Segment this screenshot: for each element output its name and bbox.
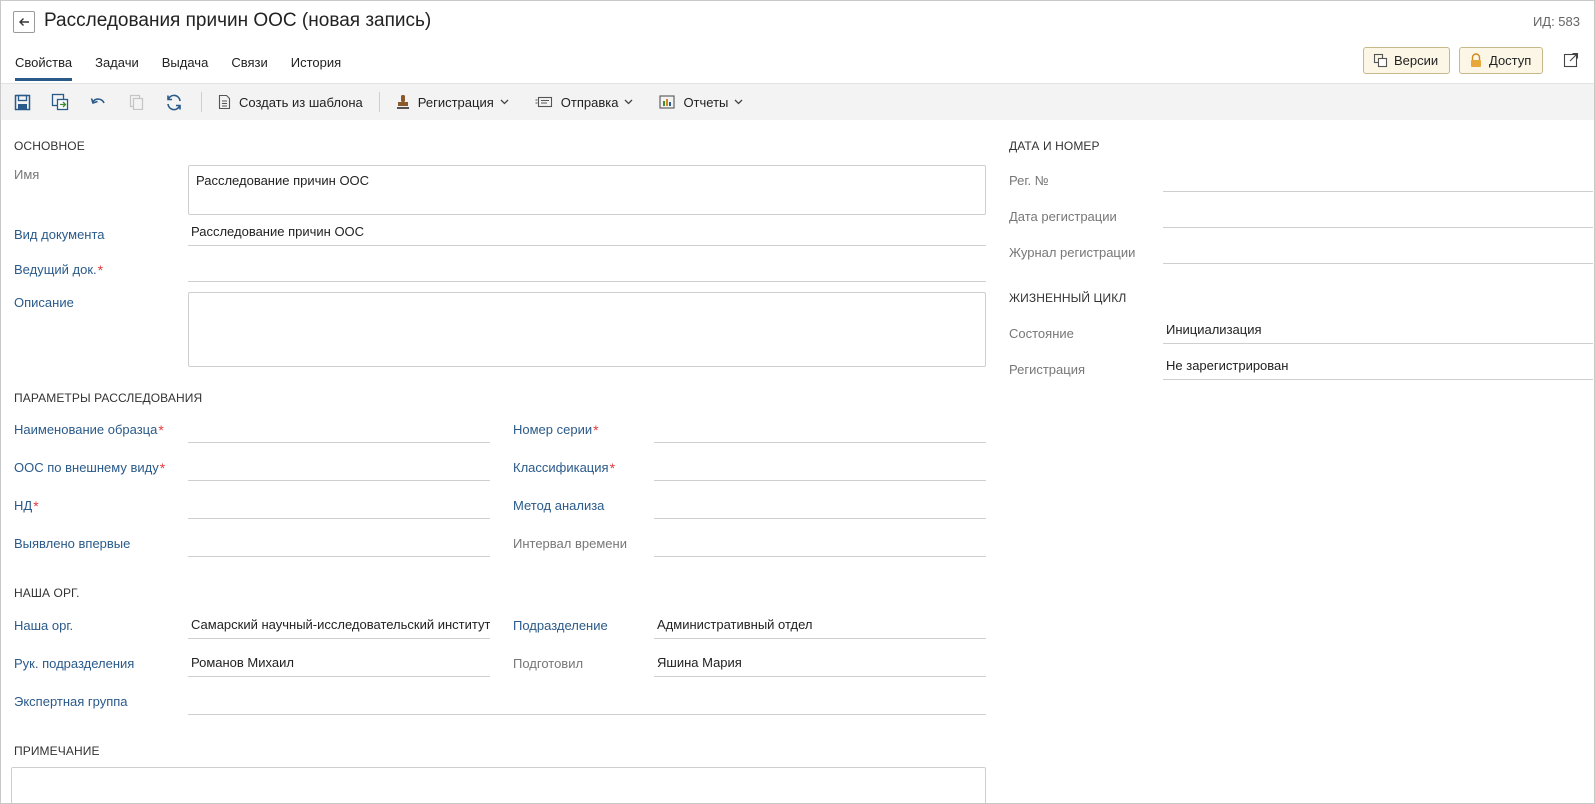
save-icon [14,94,30,110]
prepared-label: Подготовил [513,656,584,671]
org-field[interactable]: Самарский научный-исследовательский инст… [188,609,490,639]
analysis-method-label: Метод анализа [513,498,605,513]
reg-journal-field[interactable] [1163,234,1593,264]
dept-field[interactable]: Административный отдел [654,609,986,639]
undo-button[interactable] [79,87,117,117]
tab-issuance[interactable]: Выдача [162,55,209,81]
oos-appearance-label: ООС по внешнему виду* [14,460,166,476]
doc-kind-label: Вид документа [14,227,105,242]
leading-doc-field[interactable] [188,252,986,282]
leading-doc-label: Ведущий док.* [14,262,104,278]
chevron-down-icon [734,99,743,105]
tab-bar: Свойства Задачи Выдача Связи История [15,55,364,81]
chevron-down-icon [624,99,633,105]
lifecycle-registration-label: Регистрация [1009,362,1085,377]
versions-button[interactable]: Версии [1363,47,1451,74]
toolbar-divider [378,92,380,112]
section-investigation-title: ПАРАМЕТРЫ РАССЛЕДОВАНИЯ [14,391,203,405]
expert-group-label: Экспертная группа [14,694,128,709]
nd-field[interactable] [188,489,490,519]
oos-appearance-field[interactable] [188,451,490,481]
toolbar: Создать из шаблона Регистрация Отправка … [1,83,1594,120]
org-label: Наша орг. [14,618,74,633]
expert-group-field[interactable] [188,685,986,715]
doc-kind-field[interactable]: Расследование причин ООС [188,216,986,246]
send-icon [535,96,552,108]
section-date-number-title: ДАТА И НОМЕР [1009,139,1100,153]
create-from-template-button[interactable]: Создать из шаблона [210,87,371,117]
registration-menu-label: Регистрация [417,94,494,110]
lock-icon [1471,53,1481,67]
open-in-new-window-button[interactable] [1563,52,1579,71]
arrow-left-icon [19,18,29,26]
tab-properties[interactable]: Свойства [15,55,73,81]
dept-head-label: Рук. подразделения [14,656,135,671]
time-interval-label: Интервал времени [513,536,627,551]
undo-icon [90,97,105,104]
versions-icon [1373,53,1388,68]
reg-journal-label: Журнал регистрации [1009,245,1136,260]
back-button[interactable] [13,11,35,33]
state-label: Состояние [1009,326,1074,341]
sample-name-label: Наименование образца* [14,422,164,438]
section-main-title: ОСНОВНОЕ [14,139,85,153]
external-link-icon [1563,52,1579,68]
tab-tasks[interactable]: Задачи [95,55,139,81]
classification-field[interactable] [654,451,986,481]
reg-no-field[interactable] [1163,162,1593,192]
note-field[interactable] [11,767,986,803]
access-button[interactable]: Доступ [1459,47,1544,74]
series-number-field[interactable] [654,413,986,443]
analysis-method-field[interactable] [654,489,986,519]
reports-menu-label: Отчеты [683,94,729,110]
sample-name-field[interactable] [188,413,490,443]
stamp-icon [396,95,409,109]
save-copy-icon [51,93,69,111]
description-field[interactable] [188,292,986,367]
create-from-template-label: Создать из шаблона [239,94,363,110]
tab-history[interactable]: История [291,55,341,81]
document-icon [218,94,231,110]
prepared-field[interactable]: Яшина Мария [654,647,986,677]
first-detected-field[interactable] [188,527,490,557]
toolbar-divider [201,92,202,112]
save-button[interactable] [3,87,41,117]
name-value: Расследование причин ООС [196,173,370,188]
section-our-org-title: НАША ОРГ. [14,586,80,600]
send-menu-label: Отправка [560,94,619,110]
reg-date-field[interactable] [1163,198,1593,228]
access-label: Доступ [1489,53,1532,68]
document-card: Расследования причин ООС (новая запись) … [0,0,1595,804]
chart-icon [659,95,675,109]
chevron-down-icon [500,99,509,105]
name-label: Имя [14,167,40,182]
lifecycle-registration-field: Не зарегистрирован [1163,350,1593,380]
copy-button[interactable] [117,87,155,117]
description-label: Описание [14,295,74,310]
copy-icon [129,94,143,110]
dept-head-field[interactable]: Романов Михаил [188,647,490,677]
record-id: ИД: 583 [1532,14,1580,29]
time-interval-field[interactable] [654,527,986,557]
classification-label: Классификация* [513,460,616,476]
reg-no-label: Рег. № [1009,173,1049,188]
series-number-label: Номер серии* [513,422,599,438]
state-field: Инициализация [1163,314,1593,344]
section-lifecycle-title: ЖИЗНЕННЫЙ ЦИКЛ [1009,291,1127,305]
section-note-title: ПРИМЕЧАНИЕ [14,744,100,758]
tab-links[interactable]: Связи [231,55,267,81]
page-title: Расследования причин ООС (новая запись) [44,10,432,31]
nd-label: НД* [14,498,39,514]
refresh-icon [167,94,181,110]
refresh-button[interactable] [155,87,193,117]
name-field[interactable]: Расследование причин ООС [188,165,986,215]
save-and-close-button[interactable] [41,87,79,117]
first-detected-label: Выявлено впервые [14,536,131,551]
send-menu-button[interactable]: Отправка [527,87,642,117]
registration-menu-button[interactable]: Регистрация [388,87,517,117]
dept-label: Подразделение [513,618,608,633]
versions-label: Версии [1394,53,1439,68]
reports-menu-button[interactable]: Отчеты [651,87,751,117]
reg-date-label: Дата регистрации [1009,209,1117,224]
